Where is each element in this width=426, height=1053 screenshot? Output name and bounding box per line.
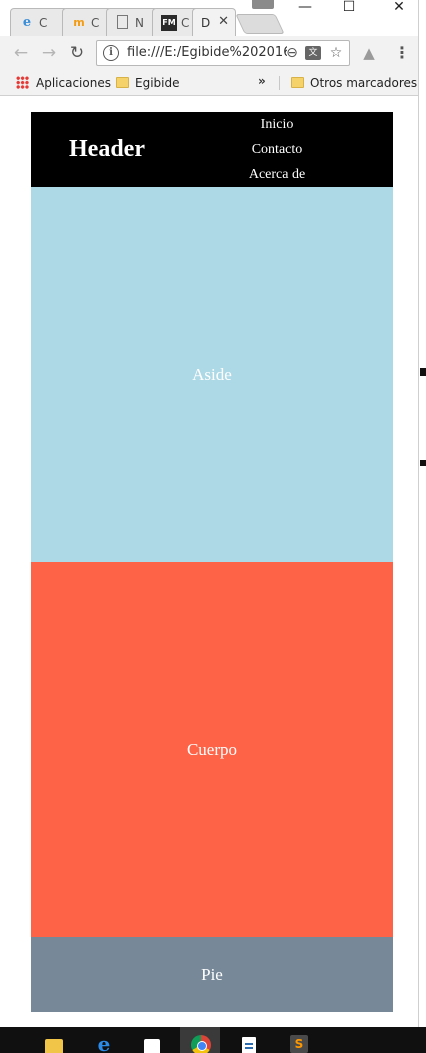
bookmark-egibide[interactable]: Egibide <box>116 74 179 92</box>
windows-taskbar: e S <box>0 1027 426 1053</box>
bookmarks-bar: Aplicaciones Egibide » Otros marcadores <box>0 70 426 96</box>
minimize-button[interactable]: — <box>290 0 320 16</box>
browser-tab-title: C <box>181 16 190 30</box>
reload-button[interactable]: ↻ <box>66 42 88 64</box>
nav-link-acerca-de[interactable]: Acerca de <box>231 162 323 187</box>
edge-icon: e <box>97 1032 111 1053</box>
store-icon <box>144 1039 160 1053</box>
header-title: Header <box>69 136 145 162</box>
page-wrapper: Header Inicio Contacto Acerca de Aside C… <box>31 112 393 1012</box>
site-header: Header Inicio Contacto Acerca de <box>31 112 393 187</box>
bookmark-apps[interactable]: Aplicaciones <box>36 74 111 92</box>
window-right-edge <box>418 0 426 1027</box>
browser-tab-1[interactable]: e C <box>10 8 68 36</box>
info-icon[interactable]: i <box>103 45 119 61</box>
aside-label: Aside <box>192 364 232 384</box>
aside-section: Aside <box>31 187 393 562</box>
taskbar-file-explorer[interactable] <box>33 1027 73 1053</box>
extension-icon[interactable]: ▲ <box>360 44 378 62</box>
maximize-button[interactable]: ☐ <box>334 0 364 16</box>
page-viewport: Header Inicio Contacto Acerca de Aside C… <box>0 97 418 1027</box>
nav-link-contacto[interactable]: Contacto <box>231 137 323 162</box>
address-bar[interactable]: i file:///E:/Egibide%20201617 ⊖ 文 ☆ <box>96 40 350 66</box>
tab-strip: e C m C N FM C D ✕ — ☐ ✕ <box>0 0 426 36</box>
close-window-button[interactable]: ✕ <box>384 0 414 16</box>
address-text[interactable]: file:///E:/Egibide%20201617 <box>127 45 287 60</box>
bookmarks-separator <box>279 76 280 90</box>
browser-tab-title: C <box>91 16 100 30</box>
edge-mark <box>420 368 426 376</box>
footer-label: Pie <box>201 964 223 984</box>
taskbar-edge[interactable]: e <box>83 1027 123 1053</box>
browser-tab-3[interactable]: N <box>106 8 158 36</box>
taskbar-document[interactable] <box>230 1027 270 1053</box>
sublime-text-icon: S <box>290 1035 308 1053</box>
bookmark-other[interactable]: Otros marcadores <box>291 74 417 92</box>
taskbar-chrome[interactable] <box>180 1027 220 1053</box>
site-nav: Inicio Contacto Acerca de <box>231 112 323 187</box>
translate-icon[interactable]: 文 <box>305 46 321 60</box>
folder-icon <box>291 77 304 88</box>
bookmark-label: Egibide <box>135 76 180 90</box>
fm-icon: FM <box>161 15 177 31</box>
new-tab-button[interactable] <box>235 14 285 34</box>
back-button[interactable]: ← <box>10 42 32 64</box>
browser-tab-title: D <box>201 16 211 30</box>
file-explorer-icon <box>45 1039 63 1053</box>
taskbar-sublime-text[interactable]: S <box>278 1027 318 1053</box>
close-tab-icon[interactable]: ✕ <box>218 14 229 29</box>
bookmark-label: Otros marcadores <box>310 76 418 90</box>
nav-link-inicio[interactable]: Inicio <box>231 112 323 137</box>
browser-tab-5-active[interactable]: D ✕ <box>192 8 236 36</box>
bookmarks-overflow-chevron[interactable]: » <box>258 74 266 88</box>
browser-tab-2[interactable]: m C <box>62 8 112 36</box>
folder-icon <box>116 77 129 88</box>
edge-mark <box>420 460 426 466</box>
zoom-icon[interactable]: ⊖ <box>283 44 301 62</box>
browser-toolbar: ← → ↻ i file:///E:/Egibide%20201617 ⊖ 文 … <box>0 36 426 70</box>
bookmark-star-icon[interactable]: ☆ <box>327 44 345 62</box>
page-icon <box>117 15 128 29</box>
chrome-menu-icon[interactable]: ⋮ <box>394 43 410 63</box>
moodle-icon: m <box>73 16 85 29</box>
apps-grid-icon <box>16 76 29 89</box>
forward-button[interactable]: → <box>38 42 60 64</box>
browser-tab-title: C <box>39 16 48 30</box>
profile-icon[interactable] <box>252 0 274 9</box>
document-icon <box>242 1037 256 1053</box>
taskbar-store[interactable] <box>132 1027 172 1053</box>
main-content-section: Cuerpo <box>31 562 393 937</box>
chrome-icon <box>191 1035 211 1053</box>
site-footer: Pie <box>31 937 393 1012</box>
main-label: Cuerpo <box>186 739 238 759</box>
browser-tab-title: N <box>135 16 144 30</box>
ie-icon: e <box>22 15 32 30</box>
